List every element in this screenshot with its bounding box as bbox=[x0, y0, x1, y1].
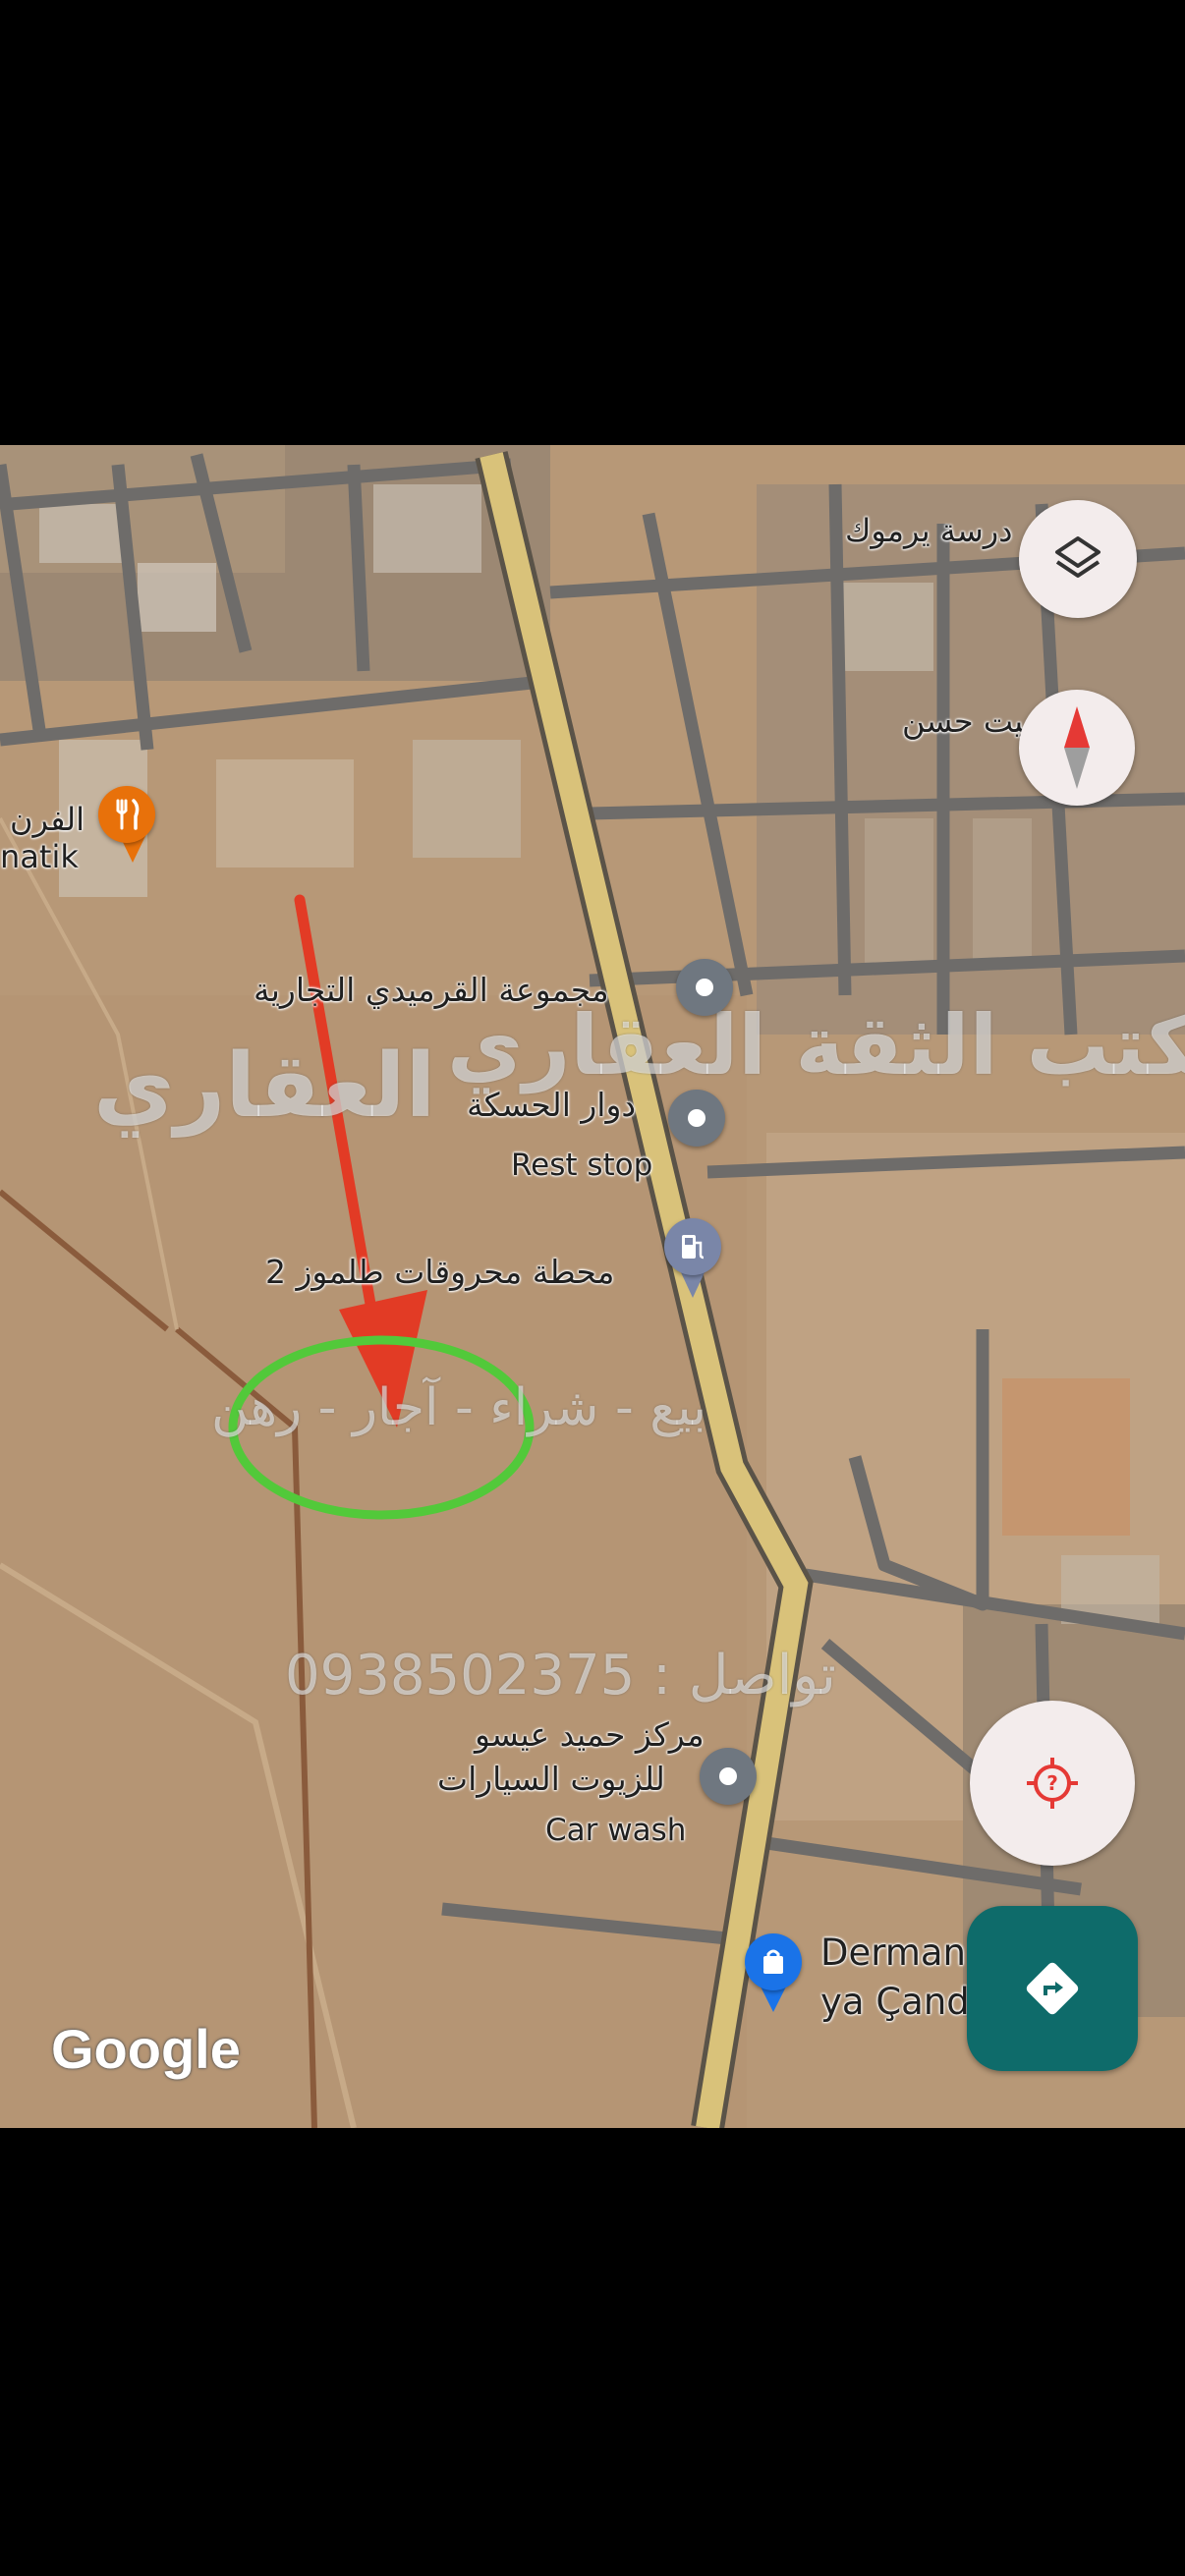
watermark-office-name: مكتب الثقة العقاري bbox=[447, 997, 1185, 1093]
layers-button[interactable] bbox=[1019, 500, 1137, 618]
label-hasaka-roundabout[interactable]: دوار الحسكة bbox=[467, 1086, 636, 1124]
place-pin-qarmidi[interactable] bbox=[676, 959, 733, 1016]
restaurant-icon bbox=[116, 799, 140, 830]
label-school[interactable]: درسة يرموك bbox=[845, 512, 1012, 549]
label-bakery-ar[interactable]: الفرن bbox=[10, 801, 85, 838]
place-pin-hasaka[interactable] bbox=[668, 1090, 725, 1147]
label-hamid-line2[interactable]: للزيوت السيارات bbox=[437, 1760, 665, 1798]
label-qarmidi[interactable]: مجموعة القرميدي التجارية bbox=[254, 971, 609, 1009]
watermark-contact: تواصل : 0938502375 bbox=[285, 1644, 836, 1708]
shopping-bag-icon bbox=[763, 1949, 783, 1974]
compass-icon bbox=[1064, 706, 1090, 789]
google-logo: Google bbox=[51, 2018, 241, 2080]
restaurant-pin[interactable] bbox=[98, 786, 155, 843]
fuel-pin[interactable] bbox=[664, 1218, 721, 1275]
gas-station-icon bbox=[682, 1235, 705, 1260]
shop-pin[interactable] bbox=[745, 1933, 802, 1990]
label-fuel-station[interactable]: محطة محروقات طلموز 2 bbox=[265, 1253, 614, 1291]
map-view[interactable]: مكتب الثقة العقاري العقاري بيع - شراء - … bbox=[0, 445, 1185, 2128]
directions-button[interactable] bbox=[967, 1906, 1138, 2071]
my-location-button[interactable]: ? bbox=[970, 1701, 1135, 1866]
label-hassan[interactable]: بيت حسن bbox=[902, 702, 1033, 740]
label-bakery-lat[interactable]: natik bbox=[0, 838, 79, 875]
svg-text:?: ? bbox=[1046, 1771, 1058, 1795]
watermark-services: بيع - شراء - آجار - رهن bbox=[211, 1378, 707, 1437]
directions-icon bbox=[1026, 1962, 1079, 2015]
compass-button[interactable] bbox=[1019, 690, 1135, 806]
watermark-office-short: العقاري bbox=[93, 1035, 436, 1138]
label-pharmacy-line2[interactable]: ya Çand bbox=[820, 1981, 970, 2023]
layers-icon bbox=[1055, 536, 1100, 578]
label-car-wash[interactable]: Car wash bbox=[545, 1813, 686, 1848]
label-hamid-line1[interactable]: مركز حميد عيسو bbox=[475, 1715, 705, 1754]
label-rest-stop[interactable]: Rest stop bbox=[511, 1148, 652, 1183]
my-location-icon: ? bbox=[1027, 1758, 1078, 1809]
place-pin-hamid[interactable] bbox=[700, 1748, 757, 1805]
